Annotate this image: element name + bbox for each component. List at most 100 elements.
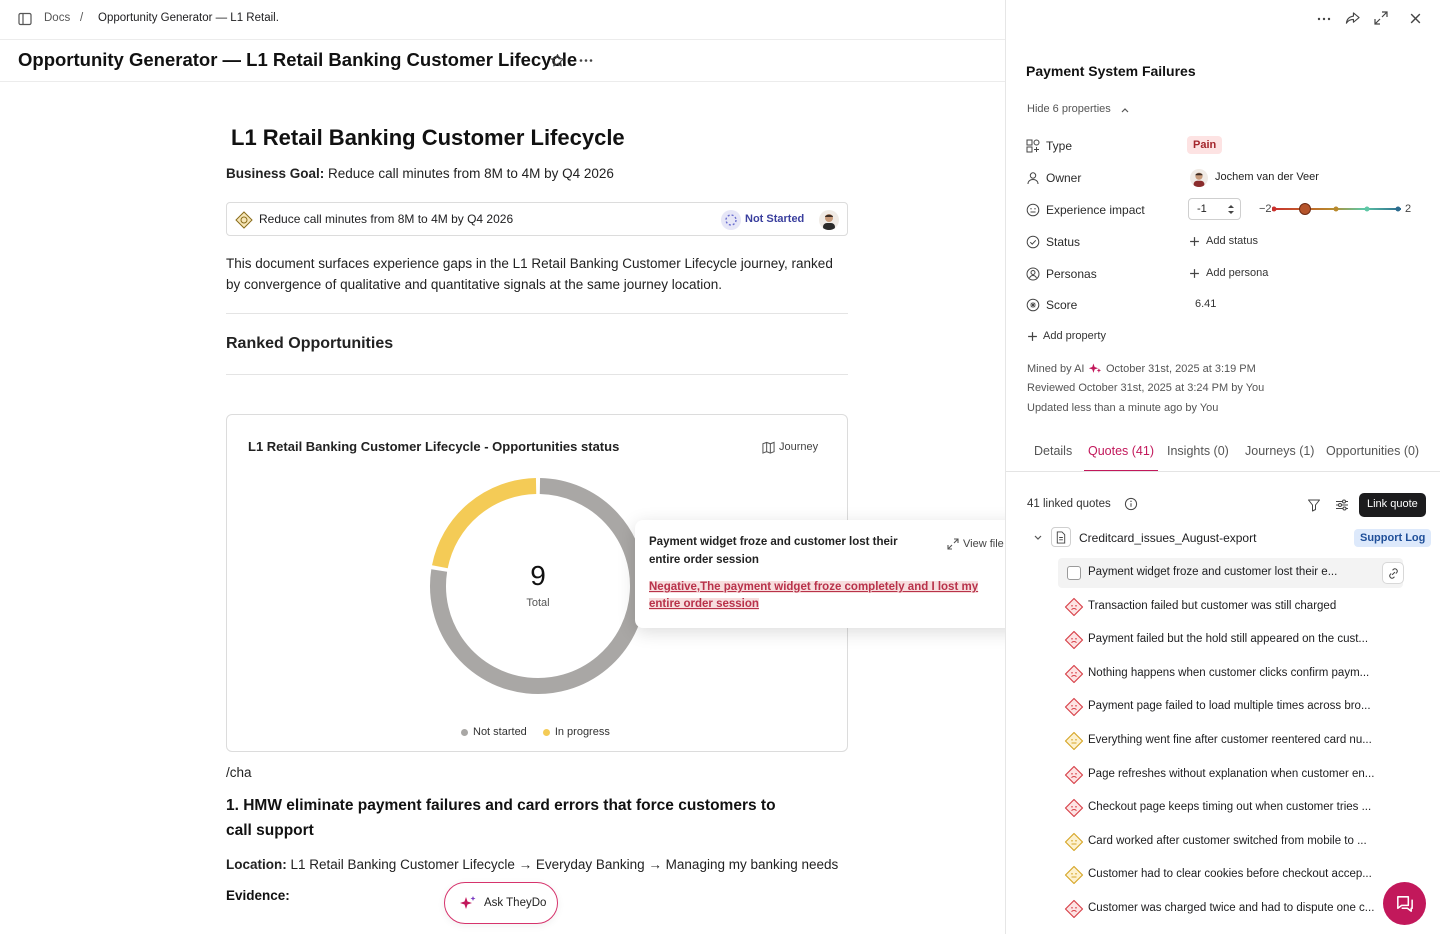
tab-quotes[interactable]: Quotes (41) bbox=[1088, 444, 1154, 458]
quote-list-item[interactable]: Card worked after customer switched from… bbox=[1058, 827, 1403, 857]
quote-text: Payment widget froze and customer lost t… bbox=[1088, 566, 1338, 578]
popover-title-line1: Payment widget froze and customer lost t… bbox=[649, 536, 898, 548]
negative-sentiment-icon bbox=[1064, 597, 1084, 617]
file-icon bbox=[1051, 527, 1071, 547]
plus-icon[interactable] bbox=[1189, 268, 1200, 279]
file-name[interactable]: Creditcard_issues_August-export bbox=[1079, 531, 1256, 545]
avatar bbox=[819, 210, 839, 230]
chat-support-button[interactable] bbox=[1383, 882, 1426, 925]
add-persona-button[interactable]: Add persona bbox=[1206, 267, 1268, 279]
negative-sentiment-icon bbox=[1064, 765, 1084, 785]
more-options-icon[interactable] bbox=[1316, 12, 1332, 26]
quote-list-item[interactable]: Payment widget froze and customer lost t… bbox=[1058, 558, 1404, 588]
type-label: Type bbox=[1046, 139, 1073, 153]
quote-list-item[interactable]: Page refreshes without explanation when … bbox=[1058, 760, 1403, 790]
fullscreen-icon[interactable] bbox=[1374, 11, 1388, 25]
add-status-button[interactable]: Add status bbox=[1206, 235, 1258, 247]
settings-sliders-icon[interactable] bbox=[1335, 498, 1349, 512]
donut-slice-in-progress[interactable] bbox=[432, 478, 537, 569]
personas-label: Personas bbox=[1046, 267, 1097, 281]
legend-swatch bbox=[542, 728, 550, 736]
close-icon[interactable] bbox=[1409, 12, 1422, 25]
status-icon bbox=[1026, 235, 1040, 249]
quote-popover: Payment widget froze and customer lost t… bbox=[635, 520, 1026, 628]
star-icon[interactable] bbox=[550, 53, 565, 68]
neutral-sentiment-icon bbox=[1064, 865, 1084, 885]
journey-button[interactable]: Journey bbox=[779, 441, 818, 453]
business-goal: Business Goal: Reduce call minutes from … bbox=[226, 166, 614, 181]
goal-target-icon bbox=[235, 211, 253, 229]
goal-status: Not Started bbox=[745, 213, 805, 225]
location-line: Location: L1 Retail Banking Customer Lif… bbox=[226, 857, 838, 872]
quote-list-item[interactable]: Customer had to clear cookies before che… bbox=[1058, 860, 1403, 890]
plus-icon[interactable] bbox=[1027, 331, 1038, 342]
share-icon[interactable] bbox=[1345, 11, 1360, 26]
unlink-quote-icon[interactable] bbox=[1382, 562, 1404, 584]
linked-quotes-count: 41 linked quotes bbox=[1027, 498, 1111, 510]
filter-icon[interactable] bbox=[1307, 498, 1321, 512]
location-text: L1 Retail Banking Customer Lifecycle → E… bbox=[286, 857, 839, 872]
impact-slider[interactable] bbox=[1272, 202, 1404, 216]
quote-list-item[interactable]: Nothing happens when customer clicks con… bbox=[1058, 659, 1403, 689]
type-pain-badge[interactable]: Pain bbox=[1187, 136, 1223, 154]
popover-highlight-line1[interactable]: Negative,The payment widget froze comple… bbox=[649, 581, 979, 593]
add-property-button[interactable]: Add property bbox=[1043, 330, 1106, 342]
expand-icon[interactable] bbox=[947, 538, 959, 550]
tab-insights[interactable]: Insights (0) bbox=[1167, 444, 1229, 458]
detail-panel: Payment System Failures Hide 6 propertie… bbox=[1005, 0, 1440, 934]
experience-impact-label: Experience impact bbox=[1046, 203, 1145, 217]
slash-command-text[interactable]: /cha bbox=[226, 765, 252, 780]
quote-list-item[interactable]: Transaction failed but customer was stil… bbox=[1058, 592, 1403, 622]
breadcrumb-current[interactable]: Opportunity Generator — L1 Retail. bbox=[98, 12, 279, 24]
quote-list-item[interactable]: Payment page failed to load multiple tim… bbox=[1058, 692, 1403, 722]
quote-text: Checkout page keeps timing out when cust… bbox=[1088, 801, 1372, 814]
impact-stepper[interactable]: -1 bbox=[1188, 198, 1241, 220]
popover-highlight-line2[interactable]: entire order session bbox=[649, 598, 759, 610]
neutral-sentiment-icon bbox=[1064, 731, 1084, 751]
chevron-down-icon[interactable] bbox=[1033, 533, 1043, 543]
map-icon[interactable] bbox=[762, 441, 775, 454]
sidebar-toggle-icon[interactable] bbox=[18, 12, 32, 26]
negative-sentiment-icon bbox=[1064, 899, 1084, 919]
tabs-divider bbox=[1006, 471, 1440, 472]
chart-title: L1 Retail Banking Customer Lifecycle - O… bbox=[248, 439, 620, 454]
view-file-link[interactable]: View file bbox=[963, 538, 1004, 550]
owner-value[interactable]: Jochem van der Veer bbox=[1215, 171, 1319, 183]
plus-icon[interactable] bbox=[1189, 236, 1200, 247]
negative-sentiment-icon bbox=[1064, 798, 1084, 818]
quote-text: Everything went fine after customer reen… bbox=[1088, 734, 1372, 746]
negative-sentiment-icon bbox=[1064, 630, 1084, 650]
ask-theydo-button[interactable]: Ask TheyDo bbox=[444, 882, 558, 924]
goal-card-text: Reduce call minutes from 8M to 4M by Q4 … bbox=[259, 212, 514, 226]
section-divider bbox=[226, 374, 848, 375]
quote-text: Customer was charged twice and had to di… bbox=[1088, 902, 1375, 914]
legend-item-not-started: Not started bbox=[461, 725, 527, 739]
stepper-arrows-icon[interactable] bbox=[1227, 203, 1235, 216]
mined-by-label: Mined by AI bbox=[1027, 363, 1085, 375]
chevron-up-icon[interactable] bbox=[1120, 105, 1130, 115]
quote-text: Page refreshes without explanation when … bbox=[1088, 767, 1375, 780]
chart-total-label: Total bbox=[526, 597, 550, 609]
chat-bubble-icon bbox=[1394, 893, 1415, 914]
info-icon[interactable] bbox=[1124, 497, 1138, 511]
tab-journeys[interactable]: Journeys (1) bbox=[1245, 444, 1314, 458]
link-quote-button[interactable]: Link quote bbox=[1359, 493, 1426, 517]
hmw-heading-line1: 1. HMW eliminate payment failures and ca… bbox=[226, 797, 776, 814]
tab-opportunities[interactable]: Opportunities (0) bbox=[1326, 444, 1419, 458]
quote-list-item[interactable]: Customer was charged twice and had to di… bbox=[1058, 894, 1403, 924]
select-checkbox[interactable] bbox=[1067, 566, 1081, 580]
more-options-icon[interactable] bbox=[578, 53, 594, 68]
quote-list-item[interactable]: Payment failed but the hold still appear… bbox=[1058, 625, 1403, 655]
goal-card[interactable]: Reduce call minutes from 8M to 4M by Q4 … bbox=[226, 202, 848, 236]
hide-properties-toggle[interactable]: Hide 6 properties bbox=[1027, 103, 1111, 115]
intro-paragraph-line1: This document surfaces experience gaps i… bbox=[226, 256, 833, 271]
updated-info: Updated less than a minute ago by You bbox=[1027, 402, 1219, 414]
quote-list-item[interactable]: Checkout page keeps timing out when cust… bbox=[1058, 793, 1403, 823]
tab-details[interactable]: Details bbox=[1034, 444, 1072, 458]
impact-max-label: 2 bbox=[1405, 203, 1412, 215]
quote-list-item[interactable]: Everything went fine after customer reen… bbox=[1058, 726, 1403, 756]
breadcrumb-docs[interactable]: Docs bbox=[44, 12, 70, 24]
impact-value: -1 bbox=[1197, 203, 1207, 215]
doc-heading: L1 Retail Banking Customer Lifecycle bbox=[231, 125, 625, 150]
evidence-label: Evidence: bbox=[226, 888, 290, 903]
